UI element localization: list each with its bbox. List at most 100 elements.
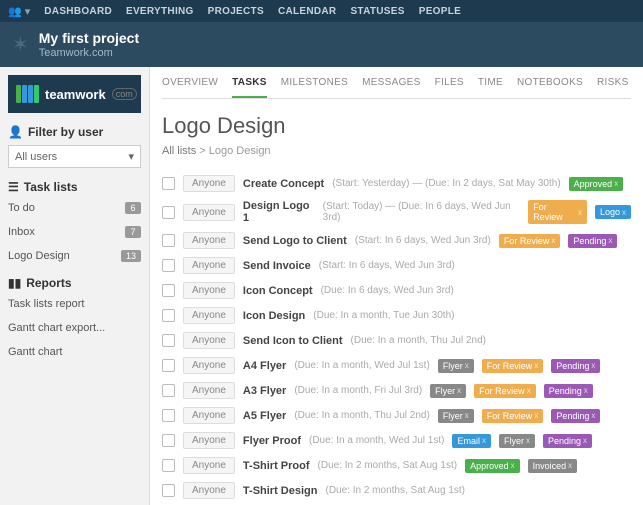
- breadcrumb-current: Logo Design: [209, 145, 271, 157]
- tag-review[interactable]: For Review x: [528, 200, 587, 224]
- task-name[interactable]: A5 Flyer: [243, 410, 286, 422]
- filter-select[interactable]: All users ▾: [8, 145, 141, 168]
- project-header: ✶ My first project Teamwork.com: [0, 22, 643, 67]
- assignee-dropdown[interactable]: Anyone: [183, 282, 235, 299]
- tag-pending[interactable]: Pending x: [551, 409, 600, 423]
- nav-dashboard[interactable]: DASHBOARD: [44, 6, 112, 17]
- people-icon[interactable]: 👥 ▾: [8, 5, 30, 18]
- breadcrumb-parent[interactable]: All lists: [162, 145, 196, 157]
- tab-time[interactable]: TIME: [478, 77, 503, 98]
- task-checkbox[interactable]: [162, 484, 175, 497]
- project-icon: ✶: [12, 32, 29, 57]
- list-icon: ☰: [8, 180, 19, 194]
- task-checkbox[interactable]: [162, 206, 175, 219]
- assignee-dropdown[interactable]: Anyone: [183, 482, 235, 499]
- assignee-dropdown[interactable]: Anyone: [183, 332, 235, 349]
- assignee-dropdown[interactable]: Anyone: [183, 204, 235, 221]
- nav-statuses[interactable]: STATUSES: [350, 6, 404, 17]
- tag-pending[interactable]: Pending x: [568, 234, 617, 248]
- main-content: OVERVIEW TASKS MILESTONES MESSAGES FILES TIME…: [150, 67, 643, 505]
- tag-email[interactable]: Email x: [452, 434, 491, 448]
- report-item[interactable]: Task lists report: [8, 296, 141, 312]
- task-checkbox[interactable]: [162, 309, 175, 322]
- tag-approved[interactable]: Approved x: [569, 177, 624, 191]
- task-checkbox[interactable]: [162, 409, 175, 422]
- task-meta: (Due: In a month, Wed Jul 1st): [309, 435, 444, 446]
- tag-pending[interactable]: Pending x: [544, 384, 593, 398]
- task-name[interactable]: Send Icon to Client: [243, 335, 343, 347]
- assignee-dropdown[interactable]: Anyone: [183, 432, 235, 449]
- nav-calendar[interactable]: CALENDAR: [278, 6, 337, 17]
- task-meta: (Due: In a month, Tue Jun 30th): [313, 310, 454, 321]
- task-checkbox[interactable]: [162, 434, 175, 447]
- tab-overview[interactable]: OVERVIEW: [162, 77, 218, 98]
- tab-tasks[interactable]: TASKS: [232, 77, 267, 98]
- task-name[interactable]: Create Concept: [243, 178, 324, 190]
- logo-icon: [16, 85, 39, 103]
- assignee-dropdown[interactable]: Anyone: [183, 232, 235, 249]
- task-name[interactable]: A4 Flyer: [243, 360, 286, 372]
- task-name[interactable]: Design Logo 1: [243, 200, 315, 224]
- assignee-dropdown[interactable]: Anyone: [183, 175, 235, 192]
- task-name[interactable]: Send Invoice: [243, 260, 311, 272]
- assignee-dropdown[interactable]: Anyone: [183, 257, 235, 274]
- tag-flyer[interactable]: Flyer x: [430, 384, 466, 398]
- tasklist-item[interactable]: To do6: [8, 200, 141, 216]
- task-name[interactable]: Send Logo to Client: [243, 235, 347, 247]
- nav-projects[interactable]: PROJECTS: [208, 6, 264, 17]
- task-name[interactable]: Flyer Proof: [243, 435, 301, 447]
- filter-title: 👤 Filter by user: [8, 125, 141, 139]
- task-meta: (Due: In a month, Thu Jul 2nd): [351, 335, 486, 346]
- task-checkbox[interactable]: [162, 234, 175, 247]
- task-name[interactable]: Icon Design: [243, 310, 305, 322]
- report-item[interactable]: Gantt chart: [8, 344, 141, 360]
- nav-everything[interactable]: EVERYTHING: [126, 6, 194, 17]
- breadcrumb: All lists > Logo Design: [162, 145, 631, 157]
- tag-flyer[interactable]: Flyer x: [499, 434, 535, 448]
- assignee-dropdown[interactable]: Anyone: [183, 357, 235, 374]
- tab-risks[interactable]: RISKS: [597, 77, 629, 98]
- task-checkbox[interactable]: [162, 259, 175, 272]
- task-checkbox[interactable]: [162, 459, 175, 472]
- reports-title: ▮▮ Reports: [8, 276, 141, 290]
- assignee-dropdown[interactable]: Anyone: [183, 407, 235, 424]
- nav-people[interactable]: PEOPLE: [419, 6, 461, 17]
- task-checkbox[interactable]: [162, 284, 175, 297]
- sidebar: teamwork com 👤 Filter by user All users …: [0, 67, 150, 505]
- tasklist-item[interactable]: Logo Design13: [8, 248, 141, 264]
- task-name[interactable]: T-Shirt Proof: [243, 460, 310, 472]
- filter-section: 👤 Filter by user All users ▾: [8, 125, 141, 168]
- tab-milestones[interactable]: MILESTONES: [281, 77, 348, 98]
- tag-review[interactable]: For Review x: [482, 359, 544, 373]
- tab-notebooks[interactable]: NOTEBOOKS: [517, 77, 583, 98]
- tag-review[interactable]: For Review x: [474, 384, 536, 398]
- task-row: Anyone Icon Concept (Due: In 6 days, Wed …: [162, 278, 631, 303]
- tag-review[interactable]: For Review x: [482, 409, 544, 423]
- assignee-dropdown[interactable]: Anyone: [183, 457, 235, 474]
- task-name[interactable]: T-Shirt Design: [243, 485, 318, 497]
- task-name[interactable]: A3 Flyer: [243, 385, 286, 397]
- tag-invoiced[interactable]: Invoiced x: [528, 459, 578, 473]
- task-row: Anyone Icon Design (Due: In a month, Tue …: [162, 303, 631, 328]
- tag-review[interactable]: For Review x: [499, 234, 561, 248]
- tab-messages[interactable]: MESSAGES: [362, 77, 421, 98]
- report-item[interactable]: Gantt chart export...: [8, 320, 141, 336]
- tag-pending[interactable]: Pending x: [551, 359, 600, 373]
- task-checkbox[interactable]: [162, 334, 175, 347]
- task-name[interactable]: Icon Concept: [243, 285, 313, 297]
- task-checkbox[interactable]: [162, 359, 175, 372]
- task-checkbox[interactable]: [162, 384, 175, 397]
- task-row: AnyoneT-Shirt Design (Due: In 2 months, …: [162, 478, 631, 503]
- tasklist-item[interactable]: Inbox7: [8, 224, 141, 240]
- tab-files[interactable]: FILES: [435, 77, 464, 98]
- task-meta: (Due: In 6 days, Wed Jun 3rd): [321, 285, 454, 296]
- tag-flyer[interactable]: Flyer x: [438, 359, 474, 373]
- tag-approved[interactable]: Approved x: [465, 459, 520, 473]
- task-checkbox[interactable]: [162, 177, 175, 190]
- assignee-dropdown[interactable]: Anyone: [183, 382, 235, 399]
- chevron-down-icon: ▾: [128, 150, 134, 163]
- tag-flyer[interactable]: Flyer x: [438, 409, 474, 423]
- tag-logo[interactable]: Logo x: [595, 205, 631, 219]
- tag-pending[interactable]: Pending x: [543, 434, 592, 448]
- assignee-dropdown[interactable]: Anyone: [183, 307, 235, 324]
